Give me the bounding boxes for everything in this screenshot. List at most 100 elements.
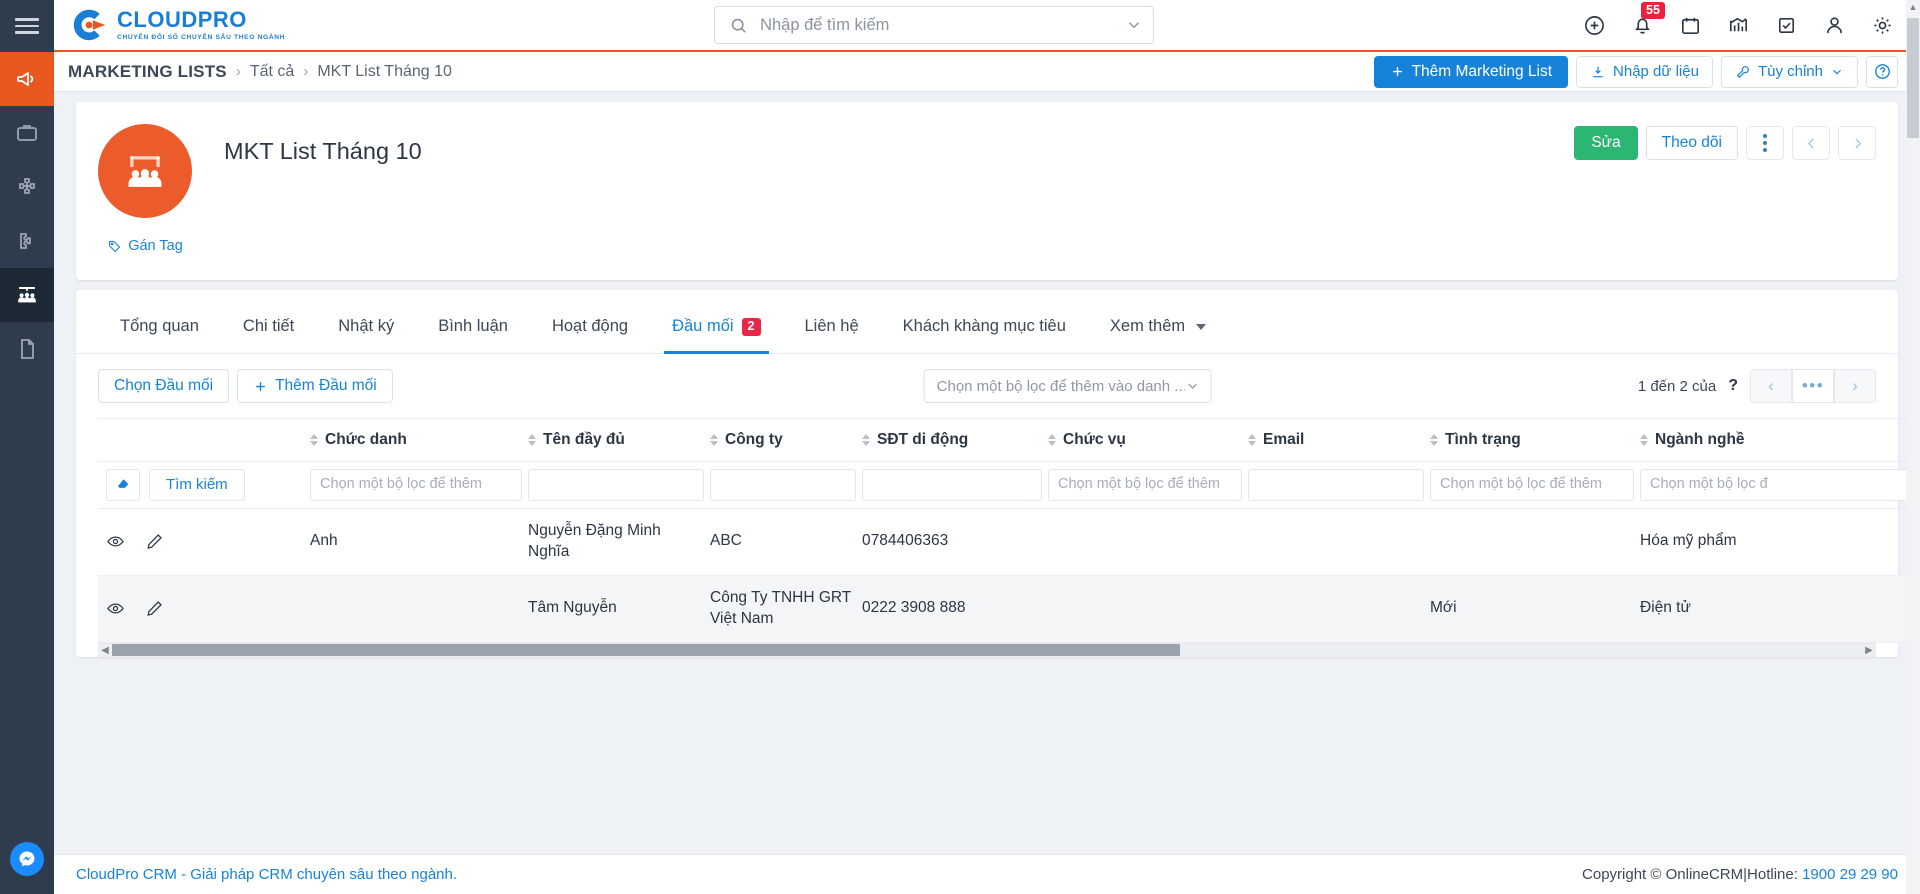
tab-xem-them[interactable]: Xem thêm: [1088, 300, 1228, 354]
chevron-down-icon[interactable]: [1125, 16, 1143, 34]
clear-filters-button[interactable]: [106, 469, 140, 501]
scroll-up-arrow[interactable]: ▲: [1906, 0, 1920, 14]
td-filter-sdt: [862, 461, 1048, 509]
pagination-more-button[interactable]: •••: [1792, 369, 1834, 403]
sort-icon[interactable]: [1048, 434, 1056, 446]
brand-name: CLOUDPRO: [117, 7, 247, 32]
sort-icon[interactable]: [528, 434, 536, 446]
tab-khach-hang-muc-tieu[interactable]: Khách khàng mục tiêu: [881, 300, 1088, 354]
rail-item-documents[interactable]: [0, 322, 54, 376]
tab-lien-he[interactable]: Liên hệ: [783, 300, 881, 354]
scrollbar-thumb[interactable]: [112, 644, 1180, 657]
th-label: Chức vụ: [1063, 431, 1126, 448]
page-vertical-scrollbar[interactable]: ▲: [1906, 0, 1920, 894]
pagination-prev-button[interactable]: ‹: [1750, 369, 1792, 403]
help-button[interactable]: [1866, 55, 1898, 88]
scroll-left-arrow[interactable]: ◀: [98, 645, 112, 656]
messenger-icon: [10, 842, 44, 876]
sort-icon[interactable]: [310, 434, 318, 446]
th-tinh-trang[interactable]: Tình trạng: [1430, 418, 1640, 462]
pagination-next-button[interactable]: ›: [1834, 369, 1876, 403]
select-lead-button[interactable]: Chọn Đầu mối: [98, 369, 230, 403]
notification-bell-icon[interactable]: 55: [1631, 1, 1665, 37]
tab-tong-quan[interactable]: Tổng quan: [98, 300, 221, 354]
brand-logo[interactable]: CLOUDPRO CHUYỂN ĐỔI SỐ CHUYÊN SÂU THEO N…: [62, 6, 285, 44]
th-chuc-danh[interactable]: Chức danh: [310, 418, 528, 462]
filter-input-cong-ty[interactable]: [710, 469, 856, 501]
global-search-input[interactable]: Nhập để tìm kiếm: [714, 6, 1155, 44]
footer-tagline[interactable]: CloudPro CRM - Giải pháp CRM chuyên sâu …: [76, 866, 457, 883]
th-sdt-di-dong[interactable]: SĐT di động: [862, 418, 1048, 462]
hamburger-menu-button[interactable]: [0, 0, 54, 52]
customize-button[interactable]: Tùy chỉnh: [1720, 55, 1858, 88]
breadcrumb-module[interactable]: MARKETING LISTS: [68, 62, 227, 82]
add-lead-button[interactable]: Thêm Đầu mối: [237, 369, 393, 403]
tab-binh-luan[interactable]: Bình luận: [416, 300, 530, 354]
assign-tag-button[interactable]: Gán Tag: [107, 238, 183, 254]
filter-input-nganh-nghe[interactable]: Chọn một bộ lọc đ: [1640, 469, 1920, 501]
messenger-launcher[interactable]: [0, 824, 54, 894]
sort-icon[interactable]: [1640, 434, 1648, 446]
rail-item-reports[interactable]: [0, 106, 54, 160]
tab-nhat-ky[interactable]: Nhật ký: [316, 300, 416, 354]
rail-item-campaigns[interactable]: [0, 52, 54, 106]
settings-gear-icon[interactable]: [1871, 14, 1894, 37]
sort-icon[interactable]: [1430, 434, 1438, 446]
calendar-icon[interactable]: [1679, 14, 1702, 37]
analytics-icon[interactable]: [1727, 14, 1750, 37]
more-actions-button[interactable]: [1746, 126, 1784, 160]
filter-select[interactable]: Chọn một bộ lọc để thêm vào danh ...: [923, 369, 1212, 403]
follow-button[interactable]: Theo dõi: [1645, 126, 1738, 160]
rail-item-extensions[interactable]: [0, 214, 54, 268]
breadcrumb-level1[interactable]: Tất cả: [250, 63, 294, 81]
tab-label: Xem thêm: [1109, 317, 1186, 335]
next-record-button[interactable]: [1838, 126, 1876, 160]
add-marketing-list-button[interactable]: Thêm Marketing List: [1373, 55, 1569, 88]
filter-input-email[interactable]: [1248, 469, 1424, 501]
table-row[interactable]: Anh Nguyễn Đặng Minh Nghĩa ABC 078440636…: [98, 509, 1920, 576]
sort-icon[interactable]: [710, 434, 718, 446]
rail-item-modules[interactable]: [0, 160, 54, 214]
th-cong-ty[interactable]: Công ty: [710, 418, 862, 462]
sort-icon[interactable]: [1248, 434, 1256, 446]
task-check-icon[interactable]: [1775, 14, 1798, 37]
th-chuc-vu[interactable]: Chức vụ: [1048, 418, 1248, 462]
vertical-scrollbar-thumb[interactable]: [1907, 18, 1919, 138]
sort-icon[interactable]: [862, 434, 870, 446]
filter-input-chuc-vu[interactable]: Chọn một bộ lọc để thêm: [1048, 469, 1242, 501]
filter-input-ten-day-du[interactable]: [528, 469, 704, 501]
tab-hoat-dong[interactable]: Hoạt động: [530, 300, 650, 354]
previous-record-button[interactable]: [1792, 126, 1830, 160]
scroll-right-arrow[interactable]: ▶: [1862, 645, 1876, 656]
document-icon: [21, 339, 34, 359]
th-nganh-nghe[interactable]: Ngành nghề: [1640, 418, 1920, 462]
pencil-icon[interactable]: [145, 599, 164, 618]
edit-button[interactable]: Sửa: [1574, 126, 1638, 160]
search-button[interactable]: Tìm kiếm: [149, 469, 245, 501]
filter-input-chuc-danh[interactable]: Chọn một bộ lọc để thêm: [310, 469, 522, 501]
megaphone-icon: [17, 72, 34, 86]
td-filter-chuc-danh: Chọn một bộ lọc để thêm: [310, 461, 528, 509]
import-data-button[interactable]: Nhập dữ liệu: [1576, 55, 1713, 88]
scrollbar-track[interactable]: [112, 643, 1862, 657]
pencil-icon[interactable]: [145, 532, 164, 551]
table-row[interactable]: Tâm Nguyễn Công Ty TNHH GRT Việt Nam 022…: [98, 575, 1920, 643]
th-email[interactable]: Email: [1248, 418, 1430, 462]
horizontal-scrollbar[interactable]: ◀ ▶: [98, 642, 1876, 657]
user-icon[interactable]: [1823, 14, 1846, 37]
tab-dau-moi[interactable]: Đầu mối 2: [650, 300, 782, 354]
filter-input-sdt[interactable]: [862, 469, 1042, 501]
tab-chi-tiet[interactable]: Chi tiết: [221, 300, 316, 354]
eye-icon[interactable]: [106, 599, 125, 618]
breadcrumb-bar: MARKETING LISTS › Tất cả › MKT List Thán…: [54, 52, 1920, 92]
footer-hotline-number[interactable]: 1900 29 29 90: [1802, 866, 1898, 883]
tab-label: Khách khàng mục tiêu: [902, 317, 1066, 335]
eye-icon[interactable]: [106, 532, 125, 551]
footer-right: Copyright © OnlineCRM|Hotline: 1900 29 2…: [1582, 866, 1898, 883]
filter-input-tinh-trang[interactable]: Chọn một bộ lọc để thêm: [1430, 469, 1634, 501]
audience-icon: [18, 287, 36, 303]
tab-label: Chi tiết: [242, 317, 295, 335]
rail-item-marketing-lists[interactable]: [0, 268, 54, 322]
add-circle-icon[interactable]: [1583, 14, 1606, 37]
th-ten-day-du[interactable]: Tên đầy đủ: [528, 418, 710, 462]
